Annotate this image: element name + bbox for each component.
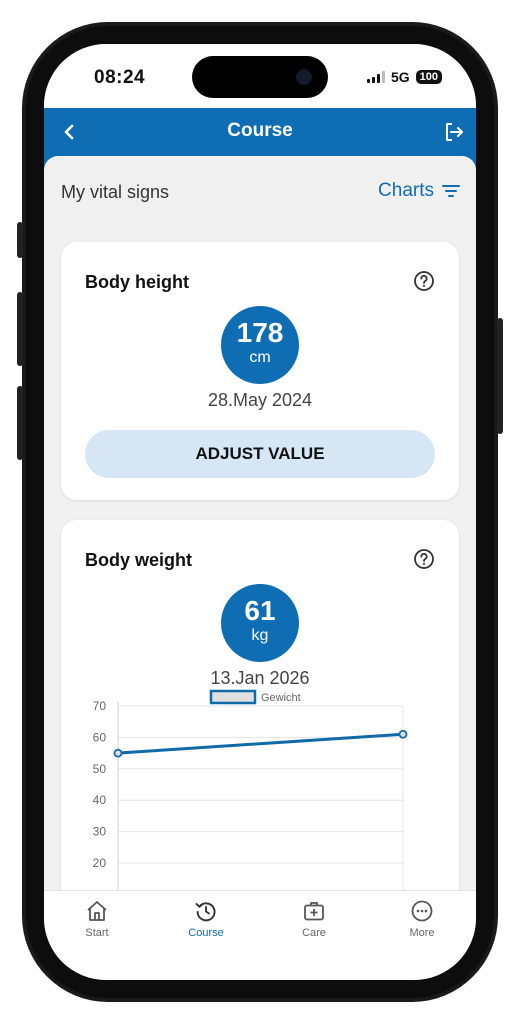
y-tick-label: 20 (93, 856, 107, 870)
weight-date: 13.Jan 2026 (210, 668, 310, 688)
body-height-card: Body height 178 cm 28.May 2024 ADJUST VA… (61, 242, 459, 500)
tab-label: More (409, 927, 435, 939)
screen: 08:24 5G 100 Course My vital signs Chart… (44, 44, 476, 980)
dynamic-island (192, 56, 328, 98)
tab-start[interactable]: Start (62, 899, 132, 939)
volume-up-button (17, 292, 23, 366)
legend-label: Gewicht (261, 692, 301, 704)
bottom-tab-bar: Start Course Care More (44, 890, 476, 980)
network-label: 5G (390, 69, 410, 85)
adjust-value-button[interactable]: ADJUST VALUE (85, 430, 435, 478)
question-circle-icon[interactable] (413, 548, 435, 570)
more-circle-icon (411, 900, 433, 922)
height-value-badge: 178 cm (221, 306, 299, 384)
history-icon (195, 902, 216, 922)
logout-icon[interactable] (442, 120, 466, 144)
section-title: My vital signs (61, 182, 170, 202)
home-icon (87, 901, 107, 921)
tab-label: Care (302, 927, 326, 939)
signal-icon (366, 71, 385, 83)
tab-label: Start (85, 927, 109, 939)
y-tick-label: 40 (93, 793, 107, 807)
tab-more[interactable]: More (387, 899, 457, 939)
page-title: Course (227, 120, 293, 141)
tab-label: Course (188, 927, 224, 939)
charts-label: Charts (378, 180, 434, 201)
tab-care[interactable]: Care (279, 899, 349, 939)
weight-value: 61 (244, 595, 276, 626)
height-unit: cm (249, 349, 271, 366)
question-circle-icon[interactable] (413, 270, 435, 292)
status-indicators: 5G 100 (366, 69, 442, 85)
data-point (113, 748, 123, 758)
y-tick-label: 30 (93, 825, 107, 839)
weight-unit: kg (251, 627, 269, 644)
battery-icon: 100 (415, 70, 442, 84)
height-value: 178 (236, 317, 284, 348)
charts-button[interactable]: Charts (378, 180, 460, 202)
mute-switch (17, 222, 23, 258)
filter-icon (442, 185, 460, 197)
medical-kit-icon (304, 902, 324, 921)
power-button (497, 318, 503, 434)
height-date: 28.May 2024 (207, 390, 313, 410)
y-tick-label: 70 (93, 699, 107, 713)
body-weight-card: Body weight 61 kg 13.Jan 2026 Gewicht 70 6… (61, 520, 459, 892)
weight-value-badge: 61 kg (221, 584, 299, 662)
status-time: 08:24 (94, 67, 146, 88)
card-title: Body weight (85, 550, 192, 570)
card-title: Body height (85, 272, 189, 292)
camera-icon (296, 69, 312, 85)
data-point (398, 729, 408, 739)
volume-down-button (17, 386, 23, 460)
tab-course[interactable]: Course (171, 899, 241, 939)
weight-chart: Gewicht70605040302010 (93, 689, 408, 892)
app-header: Course (44, 108, 476, 156)
legend-swatch (209, 689, 257, 705)
status-bar: 08:24 5G 100 (44, 44, 476, 108)
y-tick-label: 50 (93, 762, 107, 776)
main-content: My vital signs Charts Body height 178 cm… (44, 156, 476, 892)
y-tick-label: 60 (93, 730, 107, 744)
